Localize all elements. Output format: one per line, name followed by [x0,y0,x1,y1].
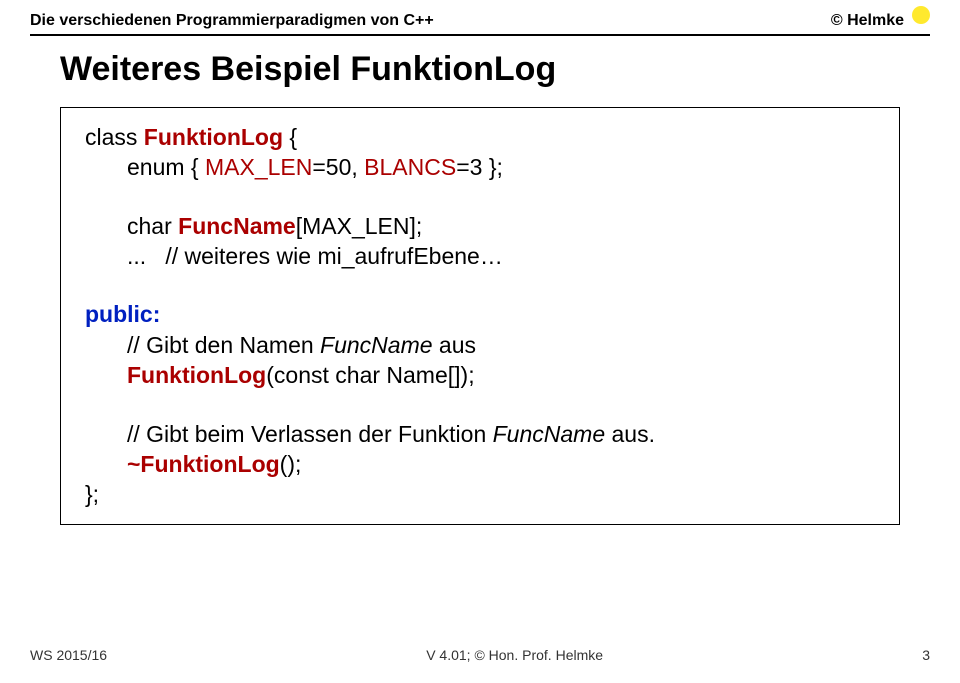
slide-title: Weiteres Beispiel FunktionLog [60,50,930,89]
code-line-9: ~FunktionLog(); [85,449,875,479]
code-line-4: ... // weiteres wie mi_aufrufEbene… [85,241,875,271]
code-ident-class: FunktionLog [144,124,283,150]
code-line-1: class FunktionLog { [85,122,875,152]
header-row: Die verschiedenen Programmierparadigmen … [30,12,930,30]
code-line-6: // Gibt den Namen FuncName aus [85,330,875,360]
code-italic-funcname-2: FuncName [493,421,605,447]
footer-left: WS 2015/16 [30,647,107,663]
header-rule [30,34,930,36]
footer-center: V 4.01; © Hon. Prof. Helmke [426,647,603,663]
code-text: char [127,213,178,239]
header-right-wrap: © Helmke [831,12,930,30]
code-text: (); [280,451,302,477]
code-line-2: enum { MAX_LEN=50, BLANCS=3 }; [85,152,875,182]
code-line-7: FunktionLog(const char Name[]); [85,360,875,390]
code-text: [MAX_LEN]; [296,213,423,239]
header-left: Die verschiedenen Programmierparadigmen … [30,12,434,30]
code-blank [85,391,875,419]
code-box: class FunktionLog { enum { MAX_LEN=50, B… [60,107,900,525]
code-text: =3 }; [456,154,503,180]
code-const-maxlen: MAX_LEN [205,154,312,180]
code-text: (const char Name[]); [266,362,474,388]
slide: Die verschiedenen Programmierparadigmen … [0,0,960,683]
decorative-dot-icon [912,6,930,24]
code-blank [85,271,875,299]
code-line-3: char FuncName[MAX_LEN]; [85,211,875,241]
code-const-blancs: BLANCS [364,154,456,180]
code-text: { [283,124,297,150]
code-text: class [85,124,144,150]
code-text: aus. [605,421,655,447]
code-text: aus [433,332,476,358]
footer-right: 3 [922,647,930,663]
code-line-8: // Gibt beim Verlassen der Funktion Func… [85,419,875,449]
code-text: // Gibt den Namen [127,332,320,358]
header-right: © Helmke [831,12,904,30]
code-ident-ctor: FunktionLog [127,362,266,388]
code-text: enum { [127,154,205,180]
code-text: // Gibt beim Verlassen der Funktion [127,421,493,447]
code-ident-funcname: FuncName [178,213,296,239]
code-blank [85,183,875,211]
code-text: =50, [312,154,364,180]
code-italic-funcname: FuncName [320,332,432,358]
code-ident-dtor: ~FunktionLog [127,451,280,477]
code-line-5: public: [85,299,875,329]
code-line-10: }; [85,479,875,509]
footer-row: WS 2015/16 V 4.01; © Hon. Prof. Helmke 3 [30,647,930,663]
